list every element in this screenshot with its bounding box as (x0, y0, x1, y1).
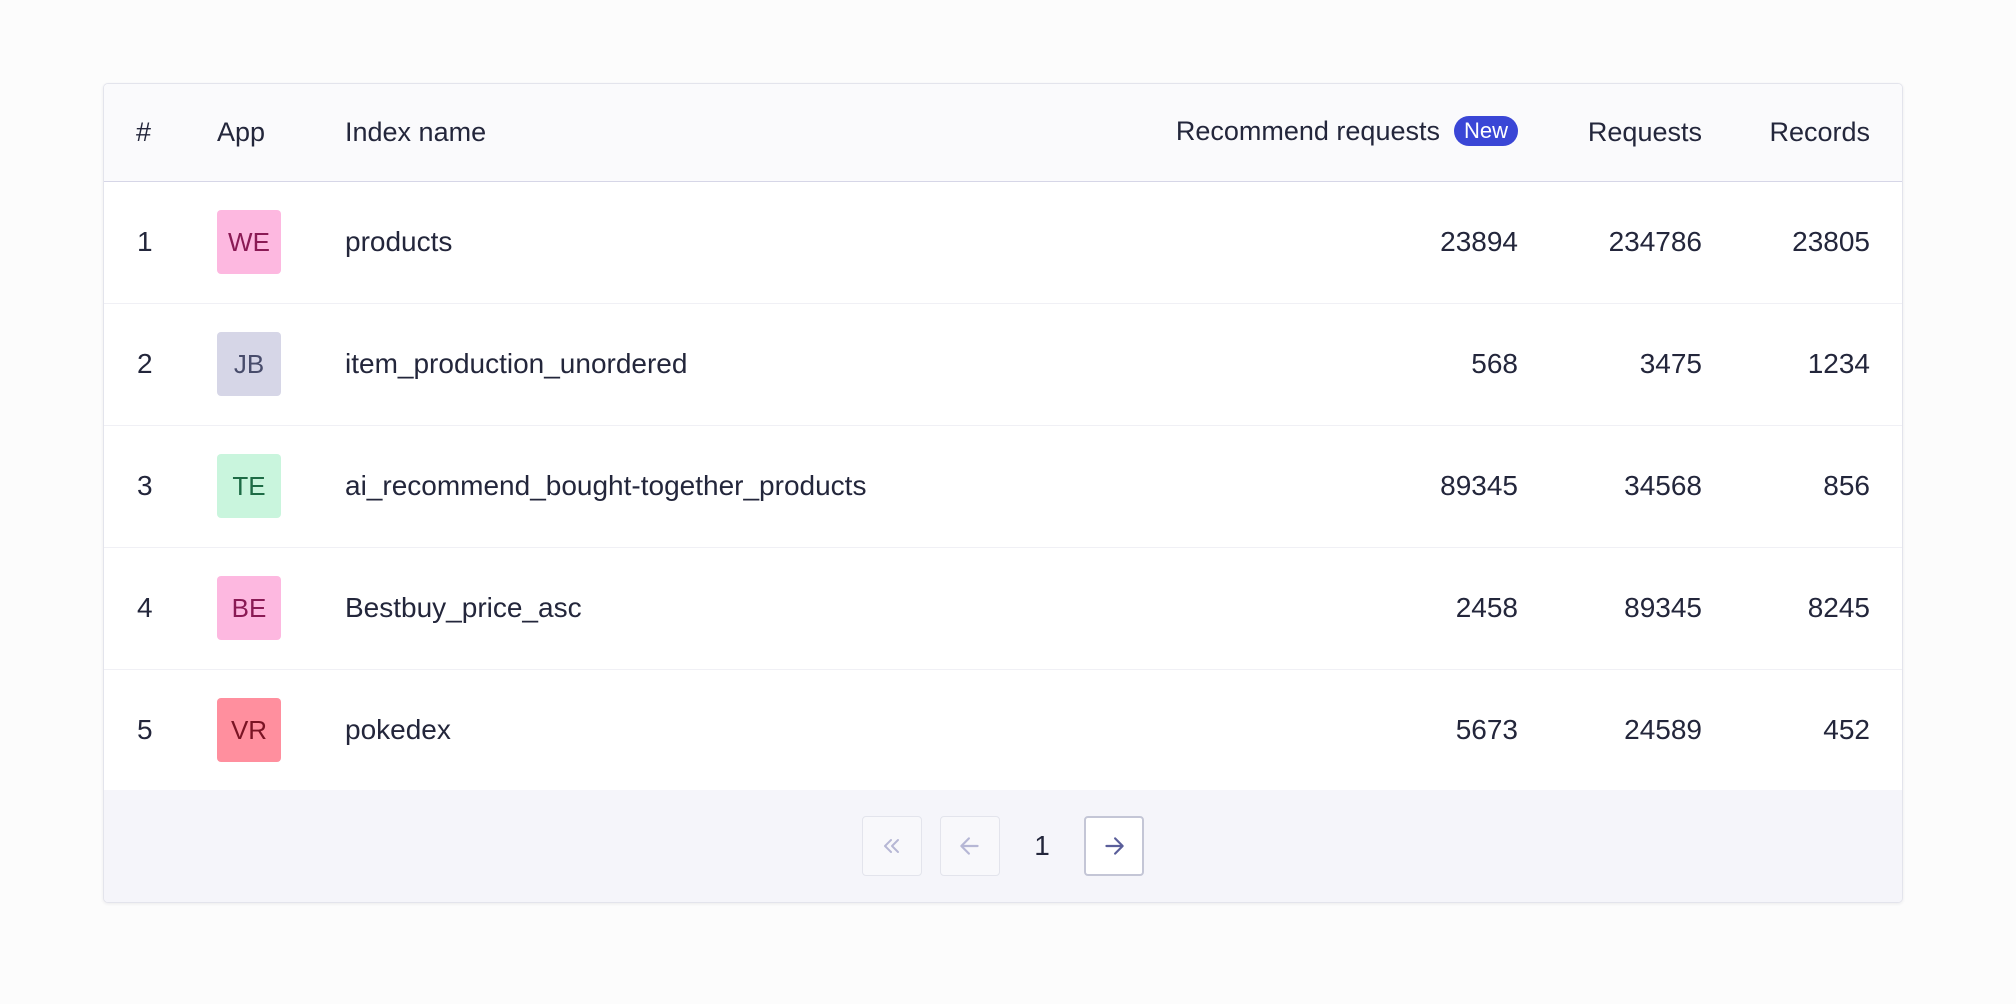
table-row[interactable]: 2 JB item_production_unordered 568 3475 … (104, 303, 1902, 425)
current-page-number[interactable]: 1 (1000, 830, 1084, 862)
index-name[interactable]: pokedex (345, 669, 1118, 791)
recommend-requests-value: 23894 (1440, 226, 1518, 257)
pagination: 1 (862, 816, 1144, 876)
row-num: 4 (137, 592, 153, 623)
header-recommend-requests-label: Recommend requests (1175, 116, 1440, 147)
header-app: App (217, 116, 266, 147)
table-row[interactable]: 5 VR pokedex 5673 24589 452 (104, 669, 1902, 791)
app-badge: JB (217, 332, 281, 396)
new-badge: New (1453, 116, 1518, 147)
records-value: 8245 (1807, 592, 1870, 623)
recommend-requests-value: 568 (1471, 348, 1518, 379)
app-badge: BE (217, 576, 281, 640)
table-row[interactable]: 1 WE products 23894 234786 23805 (104, 181, 1902, 303)
pagination-footer: 1 (104, 790, 1902, 902)
table-row[interactable]: 4 BE Bestbuy_price_asc 2458 89345 8245 (104, 547, 1902, 669)
header-index-name: Index name (345, 116, 487, 147)
app-badge: VR (217, 698, 281, 762)
index-name[interactable]: item_production_unordered (345, 303, 1118, 425)
records-value: 1234 (1807, 348, 1870, 379)
table-row[interactable]: 3 TE ai_recommend_bought-together_produc… (104, 425, 1902, 547)
requests-value: 3475 (1639, 348, 1702, 379)
requests-value: 24589 (1624, 714, 1702, 745)
header-records: Records (1769, 116, 1870, 147)
row-num: 3 (137, 470, 153, 501)
recommend-requests-value: 89345 (1440, 470, 1518, 501)
row-num: 2 (137, 348, 153, 379)
next-page-button[interactable] (1084, 816, 1144, 876)
requests-value: 89345 (1624, 592, 1702, 623)
recommend-requests-value: 5673 (1455, 714, 1518, 745)
index-name[interactable]: products (345, 181, 1118, 303)
arrow-right-icon (1105, 837, 1124, 855)
arrow-left-icon (960, 837, 979, 855)
indices-table: # App Index name Recommend requests New R… (104, 84, 1902, 792)
header-recommend-requests: Recommend requests New (1118, 84, 1518, 181)
records-value: 23805 (1792, 226, 1870, 257)
app-badge: WE (217, 210, 281, 274)
index-name[interactable]: ai_recommend_bought-together_products (345, 425, 1118, 547)
recommend-requests-value: 2458 (1455, 592, 1518, 623)
header-num: # (136, 116, 152, 147)
index-name[interactable]: Bestbuy_price_asc (345, 547, 1118, 669)
header-requests: Requests (1587, 116, 1702, 147)
indices-table-card: # App Index name Recommend requests New R… (103, 83, 1903, 903)
requests-value: 34568 (1624, 470, 1702, 501)
table-header-row: # App Index name Recommend requests New R… (104, 84, 1902, 181)
row-num: 1 (137, 226, 153, 257)
first-page-button[interactable] (862, 816, 922, 876)
records-value: 856 (1823, 470, 1870, 501)
row-num: 5 (137, 714, 153, 745)
requests-value: 234786 (1608, 226, 1702, 257)
previous-page-button[interactable] (940, 816, 1000, 876)
double-chevron-left-icon (884, 839, 899, 853)
records-value: 452 (1823, 714, 1870, 745)
app-badge: TE (217, 454, 281, 518)
